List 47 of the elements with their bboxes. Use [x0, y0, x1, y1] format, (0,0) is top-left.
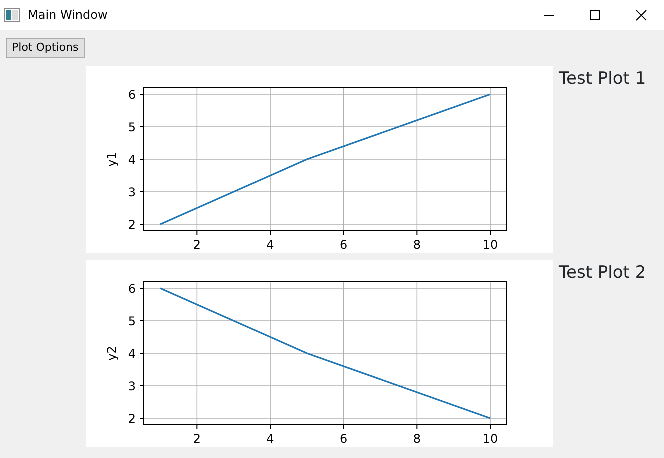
- tick-mark: [140, 418, 144, 419]
- app-icon: [4, 8, 20, 22]
- axis-label: y1: [105, 152, 119, 167]
- tick-mark: [140, 94, 144, 95]
- tick-mark: [140, 159, 144, 160]
- tick-label: 10: [482, 238, 498, 252]
- tick-label: 10: [482, 432, 498, 446]
- tick-label: 5: [128, 314, 136, 328]
- tick-mark: [140, 320, 144, 322]
- tick-label: 2: [193, 238, 201, 252]
- tick-mark: [416, 230, 418, 236]
- tick-label: 4: [266, 238, 274, 252]
- tick-label: 6: [340, 432, 348, 446]
- tick-mark: [140, 224, 144, 225]
- tick-label: 2: [128, 218, 136, 232]
- tick-mark: [140, 288, 144, 289]
- tick-label: 6: [128, 282, 136, 296]
- axis-label: y2: [105, 346, 119, 361]
- tick-mark: [490, 230, 491, 236]
- tick-mark: [343, 230, 344, 236]
- tick-label: 4: [266, 432, 274, 446]
- tick-mark: [416, 424, 418, 430]
- tick-label: 4: [128, 153, 136, 167]
- plot-title: Test Plot 2: [559, 262, 646, 285]
- tick-label: 5: [128, 120, 136, 134]
- tick-mark: [196, 230, 198, 236]
- plot-options-button[interactable]: Plot Options: [6, 38, 85, 58]
- tick-label: 3: [128, 380, 136, 394]
- tick-label: 3: [128, 186, 136, 200]
- tick-mark: [490, 424, 491, 430]
- tick-mark: [270, 424, 271, 430]
- tick-label: 2: [193, 432, 201, 446]
- tick-label: 8: [413, 238, 421, 252]
- maximize-icon: [590, 10, 600, 20]
- tick-label: 8: [413, 432, 421, 446]
- tick-mark: [270, 230, 271, 236]
- tick-mark: [196, 424, 198, 430]
- tick-mark: [140, 126, 144, 128]
- window-title: Main Window: [28, 7, 108, 24]
- tick-label: 2: [128, 412, 136, 426]
- tick-mark: [140, 353, 144, 354]
- tick-label: 4: [128, 347, 136, 361]
- plot-title: Test Plot 1: [559, 68, 646, 91]
- close-icon: [636, 10, 646, 20]
- tick-label: 6: [340, 238, 348, 252]
- tick-mark: [343, 424, 344, 430]
- tick-label: 6: [128, 88, 136, 102]
